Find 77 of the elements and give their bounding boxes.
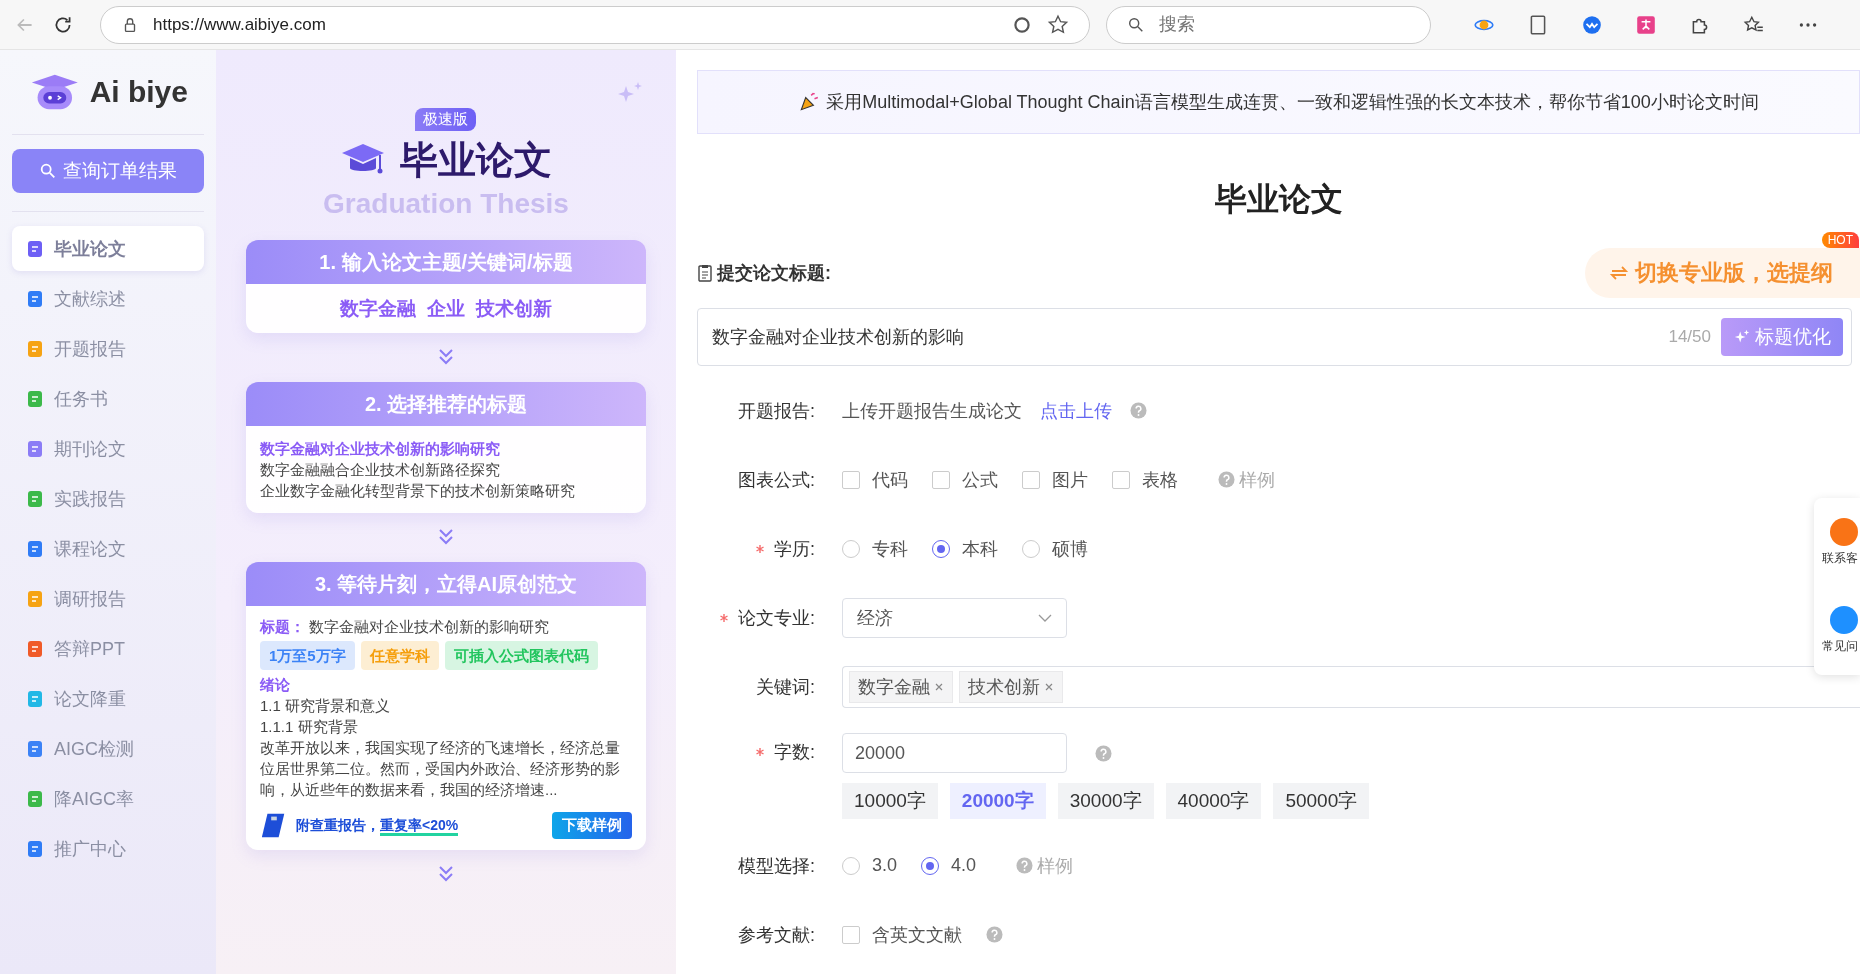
speed-badge: 极速版 <box>415 108 477 131</box>
nav-item[interactable]: 毕业论文 <box>12 226 204 271</box>
field-label: 提交论文标题: <box>717 262 831 285</box>
step-title: 3. 等待片刻，立得AI原创范文 <box>246 562 646 606</box>
party-popper-icon <box>798 91 821 113</box>
title-option[interactable]: 企业数字金融化转型背景下的技术创新策略研究 <box>260 480 632 501</box>
radio-option[interactable]: 专科 <box>842 536 908 561</box>
step-title: 2. 选择推荐的标题 <box>246 382 646 426</box>
field-label: 关键词: <box>756 675 815 699</box>
radio-option[interactable]: 本科 <box>932 536 998 561</box>
double-chevron-icon <box>436 527 456 547</box>
outline-line: 1.1.1 研究背景 <box>260 717 359 737</box>
required-asterisk-icon <box>719 612 729 623</box>
double-chevron-icon <box>436 347 456 367</box>
translate-icon[interactable] <box>1635 13 1657 36</box>
close-icon[interactable] <box>1044 681 1054 692</box>
field-label: 模型选择: <box>738 854 815 878</box>
title-value: 数字金融对企业技术创新的影响研究 <box>309 617 549 637</box>
outline-line: 1.1 研究背景和意义 <box>260 696 392 716</box>
checkbox-option[interactable]: 代码 <box>842 467 908 492</box>
checkbox-option[interactable]: 图片 <box>1022 467 1088 492</box>
required-asterisk-icon <box>755 543 765 554</box>
keywords-field[interactable]: 数字金融 技术创新 <box>842 665 1860 708</box>
section-heading: 绪论 <box>260 675 291 695</box>
url-text: https://www.aibiye.com <box>153 14 327 35</box>
required-asterisk-icon <box>755 747 765 757</box>
preview-paragraph: 改革开放以来，我国实现了经济的飞速增长，经济总量位居世界第二位。然而，受国内外政治、经济形势的影响，从近些年的数据来看，我国的经济增速... <box>260 738 621 800</box>
radio-option[interactable]: 3.0 <box>842 855 898 876</box>
close-icon[interactable] <box>934 681 944 692</box>
star-icon[interactable] <box>1047 13 1069 36</box>
major-select[interactable]: 经济 <box>842 597 1067 638</box>
field-label: 开题报告: <box>738 399 815 423</box>
float-item[interactable]: 常见问 <box>1822 606 1860 656</box>
caret-icon <box>1038 612 1052 623</box>
address-bar[interactable]: https://www.aibiye.com <box>100 5 1090 44</box>
field-label: 图表公式: <box>738 468 815 492</box>
double-chevron-icon <box>436 864 456 884</box>
checkbox-option[interactable]: 公式 <box>932 467 998 492</box>
word-count-chip[interactable]: 20000字 <box>949 783 1046 819</box>
feature-tag: 任意学科 <box>360 641 439 670</box>
step-title: 1. 输入论文主题/关键词/标题 <box>246 240 646 284</box>
checkbox-option[interactable]: 含英文文献 <box>842 922 962 947</box>
report-note: 附查重报告，重复率<20% <box>296 814 544 836</box>
word-count-chip[interactable]: 30000字 <box>1057 783 1154 819</box>
radio-option[interactable]: 硕博 <box>1022 536 1088 561</box>
search-icon <box>1127 15 1145 34</box>
title-option[interactable]: 数字金融对企业技术创新的影响研究 <box>260 438 632 459</box>
word-count-input[interactable]: 20000 <box>842 733 1067 773</box>
logo-text: Ai biye <box>89 75 188 109</box>
float-item[interactable]: 联系客 <box>1822 517 1860 567</box>
title-option[interactable]: 数字金融融合企业技术创新路径探究 <box>260 459 632 480</box>
word-count-chip[interactable]: 50000字 <box>1273 783 1370 819</box>
title-input[interactable]: 数字金融对企业技术创新的影响 14/50 标题优化 <box>697 308 1852 366</box>
search-field[interactable]: 搜索 <box>1106 5 1431 44</box>
keywords-text: 数字金融 企业 技术创新 <box>340 298 552 319</box>
upload-hint: 上传开题报告生成论文 <box>842 399 1022 423</box>
field-label: 学历: <box>774 537 815 561</box>
word-count-chip[interactable]: 10000字 <box>842 783 938 819</box>
feature-tag: 1万至5万字 <box>260 641 355 670</box>
checkbox-option[interactable]: 表格 <box>1112 467 1178 492</box>
page-heading: 毕业论文 <box>1213 180 1344 219</box>
word-count-chip[interactable]: 40000字 <box>1165 783 1262 819</box>
download-sample-button[interactable]: 下载样例 <box>552 811 632 839</box>
feature-tag: 可插入公式图表代码 <box>444 641 598 670</box>
search-input[interactable]: 搜索 <box>1157 13 1410 36</box>
field-label: 论文专业: <box>738 606 815 630</box>
character-counter: 14/50 <box>1668 327 1711 347</box>
promo-title: 毕业论文 <box>400 138 552 183</box>
banner-text: 采用Multimodal+Global Thought Chain语言模型生成连贯、一致和逻辑性强的长文本技术，帮你节省100小时论文时间 <box>826 91 1759 114</box>
radio-option[interactable]: 4.0 <box>921 855 977 876</box>
field-label: 字数: <box>774 741 815 764</box>
title-label: 标题： <box>260 617 305 637</box>
field-label: 参考文献: <box>738 923 815 947</box>
search-icon <box>39 162 57 180</box>
extension-logo-icon[interactable] <box>1581 13 1603 36</box>
hot-badge: HOT <box>1821 232 1859 248</box>
upload-link[interactable]: 点击上传 <box>1040 398 1112 423</box>
